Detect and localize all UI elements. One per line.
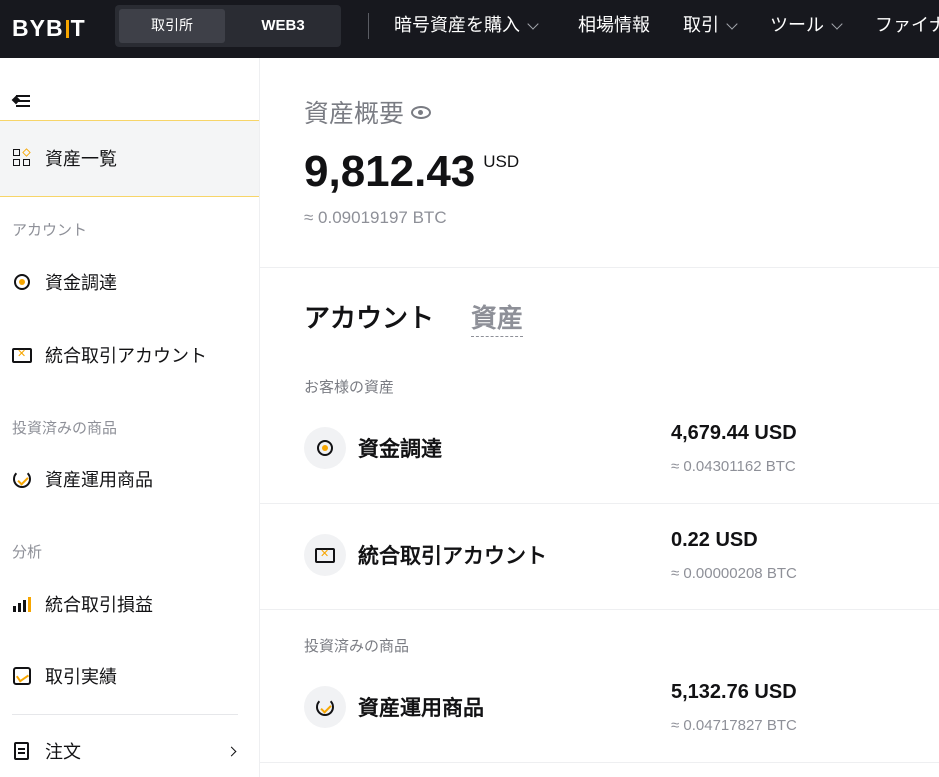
total-balance-value: 9,812.43: [304, 147, 476, 196]
account-icon-circle: [304, 686, 346, 728]
chevron-right-icon[interactable]: [226, 746, 237, 757]
row-divider: [260, 762, 939, 763]
sidebar-section-account: アカウント: [12, 221, 88, 239]
chevron-down-icon: [831, 17, 843, 30]
group-label-invested-products: 投資済みの商品: [304, 637, 410, 655]
logo-accent-bar: [65, 20, 69, 38]
account-row-unified-trading[interactable]: 統合取引アカウント 0.22 USD ≈ 0.00000208 BTC: [260, 510, 939, 610]
total-balance-btc: ≈ 0.09019197 BTC: [304, 208, 447, 227]
exchange-tab[interactable]: 取引所: [119, 9, 225, 43]
sidebar-item-assets-overview[interactable]: 資産一覧: [0, 120, 259, 197]
account-btc-value: ≈ 0.04717827 BTC: [671, 717, 797, 734]
row-divider: [260, 503, 939, 504]
sidebar-item-funding[interactable]: 資金調達: [12, 267, 117, 297]
logo-text-left: BYB: [12, 14, 64, 41]
nav-markets-label: 相場情報: [578, 15, 650, 36]
account-usd-value: 5,132.76 USD: [671, 681, 797, 703]
sidebar-item-unified-trading[interactable]: 統合取引アカウント: [12, 340, 207, 370]
nav-finance[interactable]: ファイナ: [875, 12, 939, 40]
group-label-your-assets: お客様の資産: [304, 378, 395, 396]
chevron-down-icon: [726, 17, 738, 30]
funding-icon: [12, 272, 32, 292]
account-btc-value: ≈ 0.04301162 BTC: [671, 458, 796, 475]
nav-buy-crypto[interactable]: 暗号資産を購入: [394, 12, 539, 40]
sidebar-item-assets-overview-row: 資産一覧: [12, 143, 117, 173]
row-divider: [260, 609, 939, 610]
account-row-funding[interactable]: 資金調達 4,679.44 USD ≈ 0.04301162 BTC: [260, 403, 939, 503]
sidebar-item-orders[interactable]: 注文: [12, 736, 81, 766]
web3-tab[interactable]: WEB3: [229, 9, 337, 43]
sidebar-item-label: 資産一覧: [45, 149, 117, 170]
sidebar-section-analysis: 分析: [12, 543, 43, 561]
trend-chart-icon: [12, 666, 32, 686]
account-row-earn[interactable]: 資産運用商品 5,132.76 USD ≈ 0.04717827 BTC: [260, 662, 939, 762]
sidebar-divider: [12, 714, 238, 715]
sidebar-item-label: 統合取引アカウント: [45, 346, 207, 367]
funding-icon: [315, 438, 335, 458]
tab-account[interactable]: アカウント: [304, 298, 434, 335]
main-content: 資産概要 9,812.43 USD ≈ 0.09019197 BTC アカウント…: [260, 58, 939, 777]
bybit-logo[interactable]: BYB T: [12, 14, 86, 41]
sidebar-item-trade-history[interactable]: 取引実績: [12, 661, 117, 691]
logo-text-right: T: [70, 14, 86, 41]
nav-divider: [368, 13, 369, 39]
nav-finance-label: ファイナ: [875, 15, 939, 36]
section-divider: [260, 267, 939, 268]
account-name: 資金調達: [358, 437, 442, 461]
sidebar: 資産一覧 アカウント 資金調達 統合取引アカウント 投資済みの商品 資産運用商品…: [0, 58, 260, 777]
earn-icon: [315, 697, 335, 717]
chevron-down-icon: [527, 17, 539, 30]
tab-assets[interactable]: 資産: [471, 298, 524, 337]
eye-icon[interactable]: [411, 105, 432, 119]
nav-trade[interactable]: 取引: [683, 12, 738, 40]
platform-switch: 取引所 WEB3: [115, 5, 341, 47]
orders-icon: [12, 741, 32, 761]
account-btc-value: ≈ 0.00000208 BTC: [671, 565, 797, 582]
sidebar-item-label: 取引実績: [45, 667, 117, 688]
nav-tools[interactable]: ツール: [770, 12, 843, 40]
account-icon-circle: [304, 427, 346, 469]
account-icon-circle: [304, 534, 346, 576]
bar-chart-icon: [12, 594, 32, 614]
assets-grid-icon: [12, 148, 32, 168]
account-usd-value: 0.22 USD: [671, 529, 758, 551]
top-navigation-bar: BYB T 取引所 WEB3 暗号資産を購入 相場情報 取引 ツール ファイナ: [0, 0, 939, 58]
sidebar-item-label: 統合取引損益: [45, 595, 153, 616]
asset-overview-label: 資産概要: [304, 99, 405, 128]
collapse-menu-icon[interactable]: [11, 92, 32, 110]
unified-trading-icon: [12, 345, 32, 365]
nav-markets[interactable]: 相場情報: [578, 12, 650, 40]
sidebar-item-unified-pnl[interactable]: 統合取引損益: [12, 589, 153, 619]
earn-icon: [12, 469, 32, 489]
sidebar-item-label: 資産運用商品: [45, 470, 153, 491]
sidebar-section-invested: 投資済みの商品: [12, 419, 118, 437]
sidebar-item-earn[interactable]: 資産運用商品: [12, 464, 153, 494]
total-balance: 9,812.43 USD: [304, 148, 519, 196]
total-balance-currency: USD: [483, 152, 520, 171]
account-name: 資産運用商品: [358, 696, 484, 720]
asset-overview-title: 資産概要: [304, 94, 432, 130]
nav-tools-label: ツール: [770, 15, 824, 36]
nav-buy-crypto-label: 暗号資産を購入: [394, 15, 520, 36]
sidebar-item-label: 注文: [45, 742, 81, 763]
sidebar-item-label: 資金調達: [45, 273, 117, 294]
nav-trade-label: 取引: [683, 15, 719, 36]
unified-trading-icon: [315, 545, 335, 565]
account-name: 統合取引アカウント: [358, 544, 547, 568]
account-usd-value: 4,679.44 USD: [671, 422, 797, 444]
